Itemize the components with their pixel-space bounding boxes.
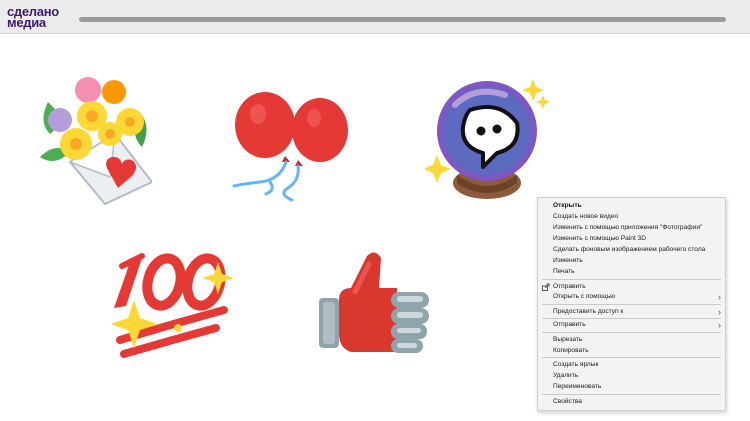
- menu-item-edit[interactable]: Изменить: [538, 256, 725, 266]
- menu-item-give-access[interactable]: Предоставить доступ к ›: [538, 307, 725, 317]
- menu-item-set-wallpaper[interactable]: Сделать фоновым изображением рабочего ст…: [538, 245, 725, 255]
- menu-item-copy[interactable]: Копировать: [538, 346, 725, 356]
- chevron-right-icon: ›: [718, 320, 721, 330]
- menu-item-cut[interactable]: Вырезать: [538, 335, 725, 345]
- menu-item-create-video[interactable]: Создать новое видео: [538, 212, 725, 222]
- menu-separator: [542, 318, 721, 319]
- browser-top-bar: сделано медиа: [0, 0, 750, 34]
- menu-separator: [542, 279, 721, 280]
- menu-separator: [542, 394, 721, 395]
- menu-item-delete[interactable]: Удалить: [538, 371, 725, 381]
- site-logo[interactable]: сделано медиа: [7, 5, 75, 30]
- hundred-icon[interactable]: [112, 248, 242, 363]
- menu-item-share[interactable]: Отправить: [538, 282, 725, 292]
- menu-item-properties[interactable]: Свойства: [538, 397, 725, 407]
- chevron-right-icon: ›: [718, 292, 721, 302]
- menu-separator: [542, 332, 721, 333]
- chevron-right-icon: ›: [718, 307, 721, 317]
- logo-line-2: медиа: [7, 15, 46, 30]
- menu-item-open[interactable]: Открыть: [538, 201, 725, 211]
- menu-item-open-with[interactable]: Открыть с помощью ›: [538, 292, 725, 302]
- menu-item-create-shortcut[interactable]: Создать ярлык: [538, 360, 725, 370]
- flowers-envelope-icon[interactable]: [40, 72, 152, 207]
- balloons-icon[interactable]: [230, 90, 352, 205]
- crystal-ball-chat-icon[interactable]: [425, 75, 553, 205]
- context-menu: Открыть Создать новое видео Изменить с п…: [537, 197, 726, 411]
- share-icon: [542, 283, 550, 291]
- menu-item-send-to[interactable]: Отправить ›: [538, 320, 725, 330]
- menu-item-edit-paint3d[interactable]: Изменить с помощью Paint 3D: [538, 234, 725, 244]
- menu-item-print[interactable]: Печать: [538, 267, 725, 277]
- horizontal-scrollbar[interactable]: [79, 17, 726, 22]
- menu-item-edit-photos[interactable]: Изменить с помощью приложения "Фотографи…: [538, 223, 725, 233]
- menu-separator: [542, 357, 721, 358]
- thumbs-up-icon[interactable]: [315, 248, 433, 358]
- menu-item-rename[interactable]: Переименовать: [538, 382, 725, 392]
- menu-separator: [542, 304, 721, 305]
